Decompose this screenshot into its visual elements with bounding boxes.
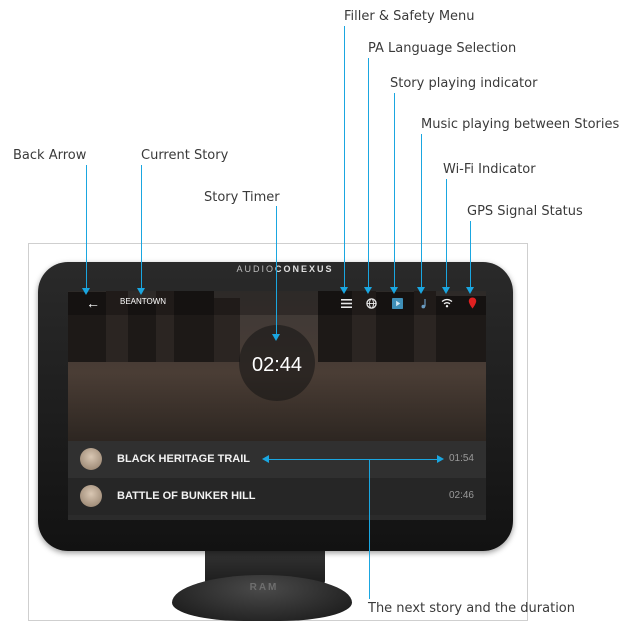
gps-icon [465, 296, 479, 310]
story-duration: 02:46 [448, 490, 474, 501]
brand-logo: AUDIOCONEXUS [225, 264, 345, 274]
arrowhead [466, 287, 474, 294]
leader-line [368, 58, 369, 291]
arrowhead [417, 287, 425, 294]
leader-line [276, 206, 277, 338]
leader-line [86, 165, 87, 291]
label-gps-signal: GPS Signal Status [467, 204, 583, 219]
device-screen: ← BEANTOWN 02:44 BLACK HERITAGE TRAIL 01… [68, 291, 486, 520]
wifi-icon [440, 296, 454, 310]
arrowhead [390, 287, 398, 294]
leader-line [421, 134, 422, 291]
label-back-arrow: Back Arrow [13, 148, 87, 163]
story-timer: 02:44 [251, 354, 303, 376]
leader-line [344, 26, 345, 291]
label-music-playing: Music playing between Stories [421, 117, 620, 132]
leader-line [141, 165, 142, 291]
leader-line [470, 221, 471, 291]
brand-prefix: AUDIO [236, 264, 275, 274]
list-item[interactable]: BATTLE OF BUNKER HILL 02:46 [68, 478, 486, 515]
leader-line [394, 93, 395, 291]
arrowhead [82, 288, 90, 295]
story-duration: 01:54 [448, 453, 474, 464]
story-thumbnail [80, 448, 102, 470]
story-title: BATTLE OF BUNKER HILL [117, 490, 256, 502]
hamburger-menu-icon[interactable] [339, 296, 353, 310]
label-wifi-indicator: Wi-Fi Indicator [443, 162, 536, 177]
label-pa-language: PA Language Selection [368, 41, 517, 56]
mount-logo: RAM [249, 582, 279, 593]
label-story-timer: Story Timer [204, 190, 280, 205]
play-icon [390, 296, 404, 310]
leader-line [446, 179, 447, 291]
label-next-story: The next story and the duration [368, 601, 575, 616]
arrowhead [442, 287, 450, 294]
arrowhead [272, 334, 280, 341]
music-note-icon [416, 296, 430, 310]
globe-icon[interactable] [364, 296, 378, 310]
label-story-playing: Story playing indicator [390, 76, 538, 91]
arrowhead [364, 287, 372, 294]
label-current-story: Current Story [141, 148, 229, 163]
current-story-label: BEANTOWN [120, 297, 167, 306]
arrowhead [437, 455, 444, 463]
story-list: BLACK HERITAGE TRAIL 01:54 BATTLE OF BUN… [68, 441, 486, 520]
brand-suffix: CONEXUS [275, 264, 334, 274]
arrowhead [340, 287, 348, 294]
arrowhead [137, 288, 145, 295]
label-filler-safety-menu: Filler & Safety Menu [344, 9, 475, 24]
leader-line [268, 459, 438, 460]
story-thumbnail [80, 485, 102, 507]
leader-line [369, 459, 370, 599]
arrowhead [262, 455, 269, 463]
back-arrow-button[interactable]: ← [86, 295, 100, 311]
story-title: BLACK HERITAGE TRAIL [117, 453, 251, 465]
